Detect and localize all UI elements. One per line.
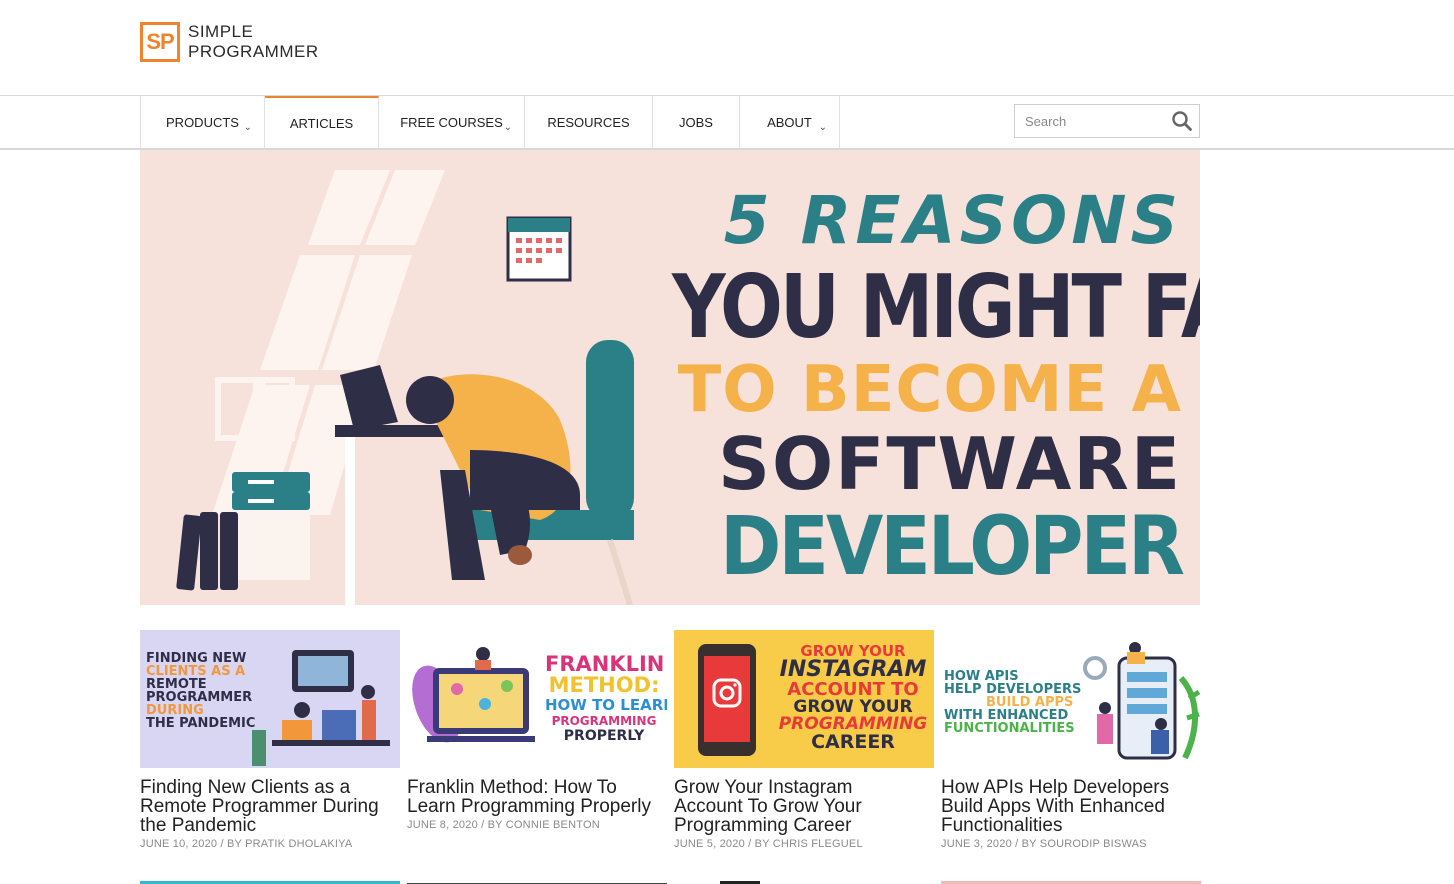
article-meta: JUNE 8, 2020 / BY CONNIE BENTON bbox=[407, 819, 600, 831]
article-thumbnail[interactable]: HOW APIS HELP DEVELOPERS BUILD APPS WITH… bbox=[941, 630, 1201, 768]
hero-title-line-5: DEVELOPER bbox=[720, 499, 1185, 594]
article-thumbnail[interactable]: FINDING NEW CLIENTS AS A REMOTE PROGRAMM… bbox=[140, 630, 400, 768]
nav-item-articles[interactable]: ARTICLES bbox=[265, 96, 379, 148]
article-title[interactable]: Franklin Method: How To Learn Programmin… bbox=[407, 778, 657, 816]
logo-line-2: PROGRAMMER bbox=[188, 42, 319, 61]
nav-item-free-courses[interactable]: FREE COURSES ⌄ bbox=[379, 96, 525, 148]
hero-title-line-3: TO BECOME A bbox=[677, 353, 1182, 427]
nav-item-label: FREE COURSES bbox=[400, 114, 503, 130]
article-meta: JUNE 3, 2020 / BY SOURODIP BISWAS bbox=[941, 838, 1147, 850]
site-header: SP SIMPLE PROGRAMMER bbox=[0, 0, 1454, 95]
nav-item-resources[interactable]: RESOURCES bbox=[525, 96, 653, 148]
nav-item-label: JOBS bbox=[679, 114, 713, 130]
chevron-down-icon: ⌄ bbox=[243, 122, 252, 133]
logo-line-1: SIMPLE bbox=[188, 22, 254, 41]
article-title[interactable]: Grow Your Instagram Account To Grow Your… bbox=[674, 778, 924, 835]
article-title[interactable]: How APIs Help Developers Build Apps With… bbox=[941, 778, 1191, 835]
main-nav: PRODUCTS ⌄ ARTICLES FREE COURSES ⌄ RESOU… bbox=[0, 95, 1454, 150]
nav-item-label: RESOURCES bbox=[547, 114, 630, 130]
hero-title-line-1: 5 REASONS bbox=[723, 182, 1182, 259]
thumbnail-caption: FRANKLIN METHOD: HOW TO LEARN PROGRAMMIN… bbox=[545, 652, 667, 744]
thumbnail-illustration bbox=[698, 644, 756, 756]
hero-title-line-4: SOFTWARE bbox=[718, 422, 1182, 506]
article-card: FINDING NEW CLIENTS AS A REMOTE PROGRAMM… bbox=[140, 630, 400, 850]
nav-item-jobs[interactable]: JOBS bbox=[653, 96, 740, 148]
chevron-down-icon: ⌄ bbox=[818, 122, 827, 133]
article-meta: JUNE 10, 2020 / BY PRATIK DHOLAKIYA bbox=[140, 838, 353, 850]
nav-item-label: PRODUCTS bbox=[166, 114, 239, 130]
article-card: HOW APIS HELP DEVELOPERS BUILD APPS WITH… bbox=[941, 630, 1201, 850]
thumbnail-illustration bbox=[252, 650, 390, 766]
search-icon[interactable] bbox=[1171, 110, 1193, 132]
nav-item-about[interactable]: ABOUT ⌄ bbox=[740, 96, 840, 148]
logo-mark: SP bbox=[140, 22, 180, 62]
thumbnail-caption: HOW APIS HELP DEVELOPERS BUILD APPS WITH… bbox=[944, 669, 1082, 736]
article-card: GROW YOUR INSTAGRAM ACCOUNT TO GROW YOUR… bbox=[674, 630, 934, 850]
nav-item-products[interactable]: PRODUCTS ⌄ bbox=[141, 96, 265, 148]
logo-text: SIMPLE PROGRAMMER bbox=[188, 22, 319, 62]
featured-article-hero[interactable]: 5 REASONS YOU MIGHT FAIL TO BECOME A SOF… bbox=[140, 150, 1200, 605]
site-logo[interactable]: SP SIMPLE PROGRAMMER bbox=[140, 22, 319, 62]
thumbnail-illustration bbox=[412, 647, 535, 743]
hero-illustration bbox=[176, 170, 634, 605]
article-thumbnail[interactable]: FRANKLIN METHOD: HOW TO LEARN PROGRAMMIN… bbox=[407, 630, 667, 768]
article-card: FRANKLIN METHOD: HOW TO LEARN PROGRAMMIN… bbox=[407, 630, 667, 831]
nav-items: PRODUCTS ⌄ ARTICLES FREE COURSES ⌄ RESOU… bbox=[140, 96, 840, 148]
thumbnail-caption: FINDING NEW CLIENTS AS A REMOTE PROGRAMM… bbox=[146, 651, 256, 731]
hero-title-line-2: YOU MIGHT FAIL bbox=[672, 256, 1200, 359]
search-box bbox=[1014, 104, 1200, 138]
nav-item-label: ABOUT bbox=[767, 114, 812, 130]
article-title[interactable]: Finding New Clients as a Remote Programm… bbox=[140, 778, 390, 835]
search-input[interactable] bbox=[1015, 105, 1185, 137]
thumbnail-illustration bbox=[1083, 642, 1201, 760]
thumbnail-caption: GROW YOUR INSTAGRAM ACCOUNT TO GROW YOUR… bbox=[778, 642, 928, 753]
article-thumbnail[interactable]: GROW YOUR INSTAGRAM ACCOUNT TO GROW YOUR… bbox=[674, 630, 934, 768]
chevron-down-icon: ⌄ bbox=[503, 122, 512, 133]
article-meta: JUNE 5, 2020 / BY CHRIS FLEGUEL bbox=[674, 838, 863, 850]
nav-item-label: ARTICLES bbox=[289, 115, 354, 131]
hero-title[interactable]: 5 REASONS YOU MIGHT FAIL TO BECOME A SOF… bbox=[672, 182, 1200, 588]
